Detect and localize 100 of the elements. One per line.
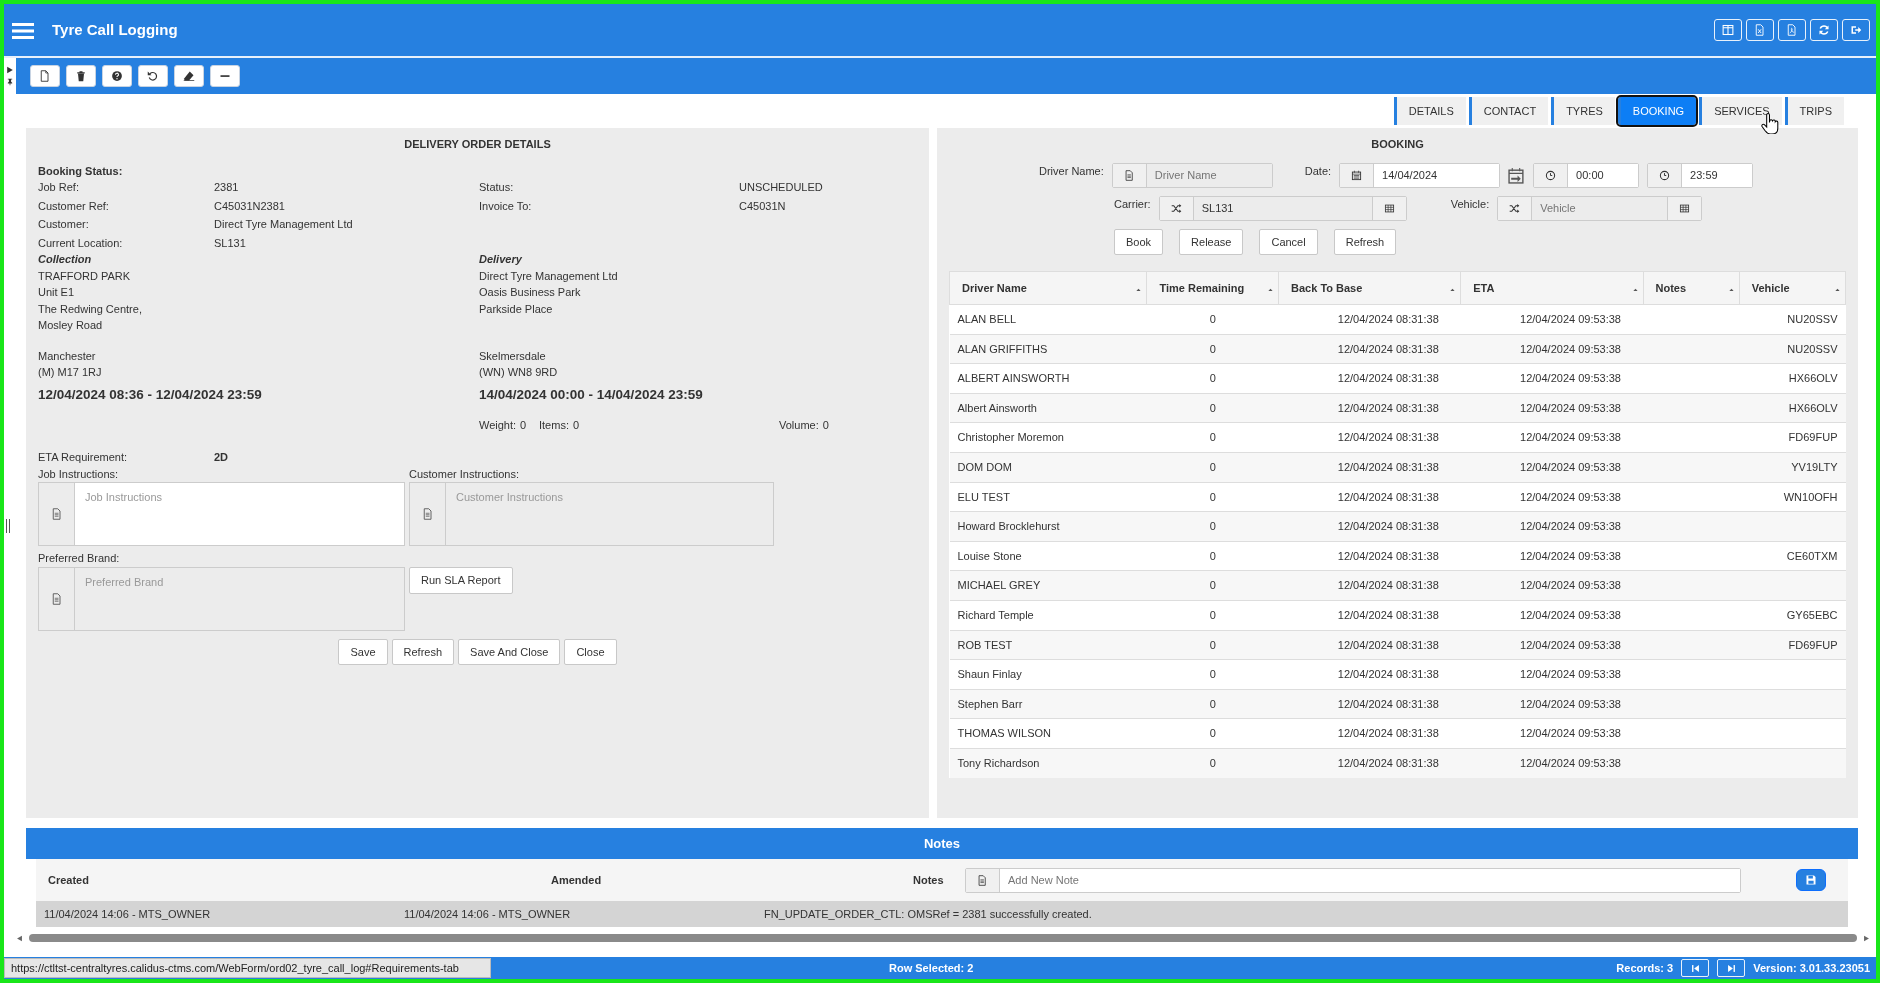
address-line: (WN) WN8 9RD	[479, 365, 559, 380]
tab[interactable]: DETAILS	[1393, 97, 1466, 125]
field-label: Carrier:	[1114, 196, 1151, 212]
sla-report-button[interactable]: Run SLA Report	[409, 567, 513, 594]
form-button[interactable]: Save	[338, 638, 388, 666]
table-cell: 12/04/2024 08:31:38	[1337, 668, 1439, 681]
table-cell: Christopher Moremon	[957, 431, 1064, 444]
table-cell: 12/04/2024 08:31:38	[1337, 757, 1439, 770]
form-button[interactable]: Save And Close	[458, 638, 561, 666]
save-note-button[interactable]	[1796, 869, 1826, 891]
table-cell: 12/04/2024 08:31:38	[1337, 461, 1439, 473]
tab[interactable]: SERVICES	[1699, 97, 1782, 125]
address-heading: Delivery	[479, 252, 523, 267]
resize-handle[interactable]	[6, 518, 10, 533]
tab[interactable]: CONTACT	[1468, 97, 1549, 125]
columns-button[interactable]	[1714, 19, 1742, 41]
table-cell: ALAN GRIFFITHS	[957, 342, 1048, 355]
table-cell: 0	[1209, 431, 1216, 444]
address-line: Unit E1	[38, 285, 76, 300]
table-cell: 12/04/2024 08:31:38	[1337, 727, 1439, 740]
logout-button[interactable]	[1842, 19, 1870, 41]
address-line: Skelmersdale	[479, 348, 547, 364]
delete-button[interactable]	[66, 65, 96, 87]
field-label: Customer Ref:	[38, 198, 110, 214]
tab[interactable]: TYRES	[1551, 97, 1615, 125]
table-cell: THOMAS WILSON	[957, 727, 1051, 740]
booking-button[interactable]: Book	[1114, 228, 1164, 255]
column-header[interactable]: Driver Name	[962, 281, 1027, 294]
address-line: (M) M17 1RJ	[38, 365, 103, 380]
table-cell: 0	[1209, 668, 1216, 681]
input-field[interactable]: 14/04/2024	[1339, 162, 1501, 188]
table-cell: 12/04/2024 08:31:38	[1337, 313, 1439, 326]
minus-button[interactable]	[210, 65, 240, 87]
horizontal-scrollbar[interactable]	[29, 934, 1857, 942]
field-label: Preferred Brand:	[38, 551, 121, 567]
field-label: Vehicle:	[1450, 196, 1490, 212]
column-header[interactable]: ETA	[1473, 281, 1495, 294]
column-header[interactable]: Back To Base	[1291, 281, 1363, 294]
input-field[interactable]: SL131	[1158, 195, 1407, 221]
address-line: Direct Tyre Management Ltd	[479, 268, 619, 284]
eraser-icon	[183, 70, 195, 82]
booking-button[interactable]: Cancel	[1259, 228, 1318, 255]
spreadsheet-file-button[interactable]	[1746, 19, 1774, 41]
tab[interactable]: BOOKING	[1617, 97, 1697, 125]
last-page-button[interactable]	[1717, 959, 1746, 977]
table-cell: GY65EBC	[1786, 609, 1838, 621]
table-cell: 12/04/2024 08:31:38	[1337, 549, 1439, 562]
booking-button[interactable]: Refresh	[1333, 228, 1397, 255]
input-field[interactable]: Vehicle	[1497, 195, 1703, 221]
new-document-button[interactable]	[30, 65, 60, 87]
undo-icon	[147, 70, 159, 82]
input-field[interactable]: 23:59	[1647, 162, 1754, 188]
field-label: Date:	[1304, 163, 1332, 179]
booking-button[interactable]: Release	[1179, 228, 1244, 255]
table-cell: 12/04/2024 09:53:38	[1520, 313, 1621, 326]
field-value: 2381	[214, 180, 240, 195]
table-cell: Howard Brocklehurst	[957, 520, 1060, 533]
field-label: ETA Requirement:	[38, 450, 129, 466]
field-label: Current Location:	[38, 235, 124, 251]
expand-arrow-icon	[6, 66, 14, 74]
table-cell: HX66OLV	[1788, 372, 1838, 385]
input-field[interactable]: Driver Name	[1111, 162, 1273, 188]
field-label: Driver Name:	[1039, 163, 1104, 179]
field-value: C45031N	[739, 198, 787, 214]
scroll-left-icon	[16, 934, 23, 942]
input-field[interactable]: 00:00	[1533, 162, 1640, 188]
field-label: Job Instructions:	[38, 466, 120, 482]
address-heading: Collection	[38, 252, 93, 267]
pdf-file-button[interactable]	[1778, 19, 1806, 41]
table-cell: 12/04/2024 09:53:38	[1520, 668, 1621, 681]
form-button[interactable]: Refresh	[391, 638, 455, 666]
column-header[interactable]: Notes	[1655, 281, 1687, 294]
clock-icon	[1545, 169, 1557, 181]
table-cell: ELU TEST	[957, 490, 1010, 503]
pdf-file-icon	[1786, 24, 1798, 36]
address-line: Manchester	[38, 348, 97, 364]
document-icon	[977, 874, 988, 886]
tab[interactable]: TRIPS	[1784, 97, 1844, 125]
form-button[interactable]: Close	[564, 638, 617, 666]
measure-value: 0	[822, 417, 829, 433]
undo-button[interactable]	[138, 65, 168, 87]
table-cell: 0	[1209, 520, 1216, 533]
table-cell: 12/04/2024 08:31:38	[1337, 579, 1439, 592]
eraser-button[interactable]	[174, 65, 204, 87]
table-cell: 12/04/2024 09:53:38	[1520, 461, 1621, 473]
table-cell: 12/04/2024 09:53:38	[1520, 609, 1621, 621]
input-field[interactable]: Add New Note	[965, 867, 1741, 893]
field-label: Status:	[479, 180, 515, 195]
column-header[interactable]: Vehicle	[1751, 281, 1790, 294]
clock-icon	[1659, 169, 1671, 181]
table-cell: Stephen Barr	[957, 697, 1023, 710]
help-button[interactable]	[102, 65, 132, 87]
table-cell: Shaun Finlay	[957, 668, 1022, 681]
document-icon	[50, 508, 63, 521]
section-title: Notes	[923, 834, 961, 853]
refresh-button[interactable]	[1810, 19, 1838, 41]
sort-icon	[1834, 286, 1841, 293]
field-label: Customer:	[38, 217, 90, 232]
first-page-button[interactable]	[1681, 959, 1710, 977]
table-cell: Albert Ainsworth	[957, 401, 1037, 414]
